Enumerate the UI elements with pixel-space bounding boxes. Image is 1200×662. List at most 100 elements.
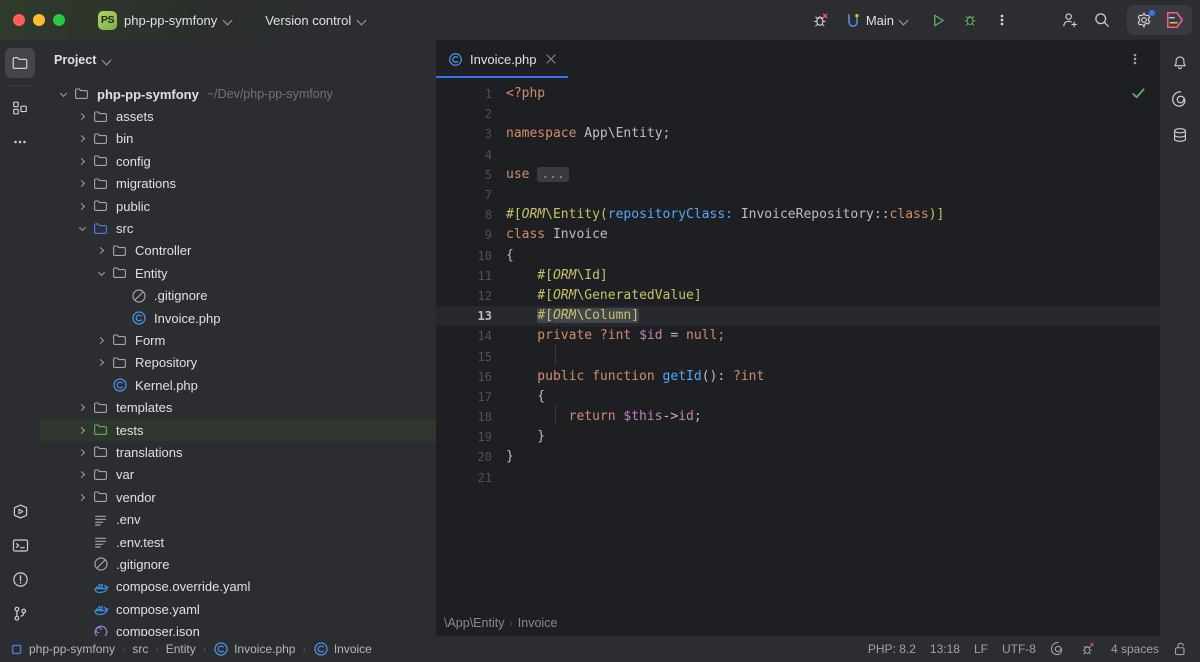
code-line[interactable]: use ...: [498, 165, 1160, 185]
more-vertical-icon[interactable]: [987, 6, 1017, 34]
ai-assistant-icon[interactable]: [1160, 6, 1190, 34]
run-tool-window-button[interactable]: [5, 496, 35, 526]
status-breadcrumb-item[interactable]: src: [132, 642, 148, 656]
project-selector[interactable]: PS php-pp-symfony: [94, 8, 240, 33]
editor-tab-invoice-php[interactable]: Invoice.php: [436, 40, 568, 78]
code-line[interactable]: [498, 468, 1160, 488]
code-line[interactable]: [498, 185, 1160, 205]
chevron-right-icon[interactable]: [73, 396, 91, 418]
run-configuration-selector[interactable]: Main: [842, 10, 917, 31]
code-line[interactable]: <?php: [498, 84, 1160, 104]
notifications-button[interactable]: [1165, 48, 1195, 78]
tree-node-controller[interactable]: Controller: [40, 240, 436, 262]
tree-node-src[interactable]: src: [40, 217, 436, 239]
chevron-right-icon[interactable]: [92, 352, 110, 374]
terminal-tool-window-button[interactable]: [5, 530, 35, 560]
chevron-right-icon[interactable]: [73, 150, 91, 172]
php-version-widget[interactable]: PHP: 8.2: [868, 642, 916, 656]
line-number[interactable]: 7: [436, 185, 498, 205]
version-control-menu[interactable]: Version control: [258, 10, 374, 31]
ai-assistant-button[interactable]: [1165, 84, 1195, 114]
line-number[interactable]: 16: [436, 367, 498, 387]
close-window-button[interactable]: [13, 14, 25, 26]
status-breadcrumbs[interactable]: php-pp-symfony›src›Entity›Invoice.php›In…: [10, 641, 372, 657]
code-content[interactable]: <?php namespace App\Entity; use ... #[OR…: [498, 78, 1160, 610]
tree-node-var[interactable]: var: [40, 464, 436, 486]
search-icon[interactable]: [1087, 6, 1117, 34]
code-line[interactable]: #[ORM\GeneratedValue]: [498, 286, 1160, 306]
debug-inactive-icon[interactable]: [1080, 641, 1097, 657]
tree-node-config[interactable]: config: [40, 150, 436, 172]
line-number[interactable]: 2: [436, 104, 498, 124]
tree-node-bin[interactable]: bin: [40, 128, 436, 150]
tree-node-composer-json[interactable]: composer.json: [40, 620, 436, 636]
minimize-window-button[interactable]: [33, 14, 45, 26]
code-line[interactable]: }: [498, 427, 1160, 447]
encoding-widget[interactable]: UTF-8: [1002, 642, 1036, 656]
chevron-right-icon[interactable]: [73, 128, 91, 150]
indent-widget[interactable]: 4 spaces: [1111, 642, 1159, 656]
chevron-right-icon[interactable]: [92, 240, 110, 262]
chevron-right-icon[interactable]: [92, 329, 110, 351]
line-separator-widget[interactable]: LF: [974, 642, 988, 656]
line-number[interactable]: 1: [436, 84, 498, 104]
code-line[interactable]: [498, 346, 1160, 366]
line-number[interactable]: 13: [436, 306, 498, 326]
problems-tool-window-button[interactable]: [5, 564, 35, 594]
maximize-window-button[interactable]: [53, 14, 65, 26]
code-line[interactable]: #[ORM\Entity(repositoryClass: InvoiceRep…: [498, 205, 1160, 225]
line-number[interactable]: 15: [436, 346, 498, 366]
line-number-gutter[interactable]: 12345789101112131415161718192021: [436, 78, 498, 610]
line-number[interactable]: 4: [436, 145, 498, 165]
tree-node-form[interactable]: Form: [40, 329, 436, 351]
chevron-right-icon[interactable]: [73, 441, 91, 463]
tree-node-env[interactable]: .env: [40, 508, 436, 530]
breadcrumb-member[interactable]: Invoice: [518, 616, 558, 630]
line-number[interactable]: 19: [436, 427, 498, 447]
run-icon[interactable]: [923, 6, 953, 34]
line-number[interactable]: 10: [436, 246, 498, 266]
more-tool-windows-button[interactable]: [5, 127, 35, 157]
code-line[interactable]: #[ORM\Id]: [498, 266, 1160, 286]
tree-node-tests[interactable]: tests: [40, 419, 436, 441]
close-icon[interactable]: [544, 52, 559, 67]
chevron-right-icon[interactable]: [73, 195, 91, 217]
chevron-down-icon[interactable]: [92, 262, 110, 284]
project-tree[interactable]: php-pp-symfony~/Dev/php-pp-symfonyassets…: [40, 75, 436, 636]
line-number[interactable]: 11: [436, 266, 498, 286]
code-line[interactable]: class Invoice: [498, 225, 1160, 245]
chevron-down-icon[interactable]: [103, 56, 112, 65]
status-breadcrumb-item[interactable]: Entity: [166, 642, 196, 656]
settings-gear-icon[interactable]: [1129, 6, 1159, 34]
tree-node-assets[interactable]: assets: [40, 105, 436, 127]
tree-node-migrations[interactable]: migrations: [40, 173, 436, 195]
chevron-right-icon[interactable]: [73, 486, 91, 508]
code-editor[interactable]: 12345789101112131415161718192021 <?php n…: [436, 78, 1160, 610]
code-line[interactable]: private ?int $id = null;: [498, 326, 1160, 346]
breadcrumb-namespace[interactable]: \App\Entity: [444, 616, 504, 630]
php-interpreter-icon[interactable]: [1050, 641, 1066, 657]
chevron-right-icon[interactable]: [73, 173, 91, 195]
status-breadcrumb-item[interactable]: Invoice.php: [213, 641, 295, 657]
line-number[interactable]: 17: [436, 387, 498, 407]
code-line[interactable]: }: [498, 447, 1160, 467]
tree-node-kernel-php[interactable]: Kernel.php: [40, 374, 436, 396]
code-line[interactable]: [498, 145, 1160, 165]
tree-node-env-test[interactable]: .env.test: [40, 531, 436, 553]
chevron-right-icon[interactable]: [73, 419, 91, 441]
line-number[interactable]: 21: [436, 468, 498, 488]
code-line[interactable]: [498, 104, 1160, 124]
structure-tool-window-button[interactable]: [5, 93, 35, 123]
add-collaborator-icon[interactable]: [1055, 6, 1085, 34]
code-line[interactable]: return $this->id;: [498, 407, 1160, 427]
code-line[interactable]: {: [498, 387, 1160, 407]
line-number[interactable]: 18: [436, 407, 498, 427]
tree-node-translations[interactable]: translations: [40, 441, 436, 463]
tree-node-public[interactable]: public: [40, 195, 436, 217]
tree-node-php-pp-symfony[interactable]: php-pp-symfony~/Dev/php-pp-symfony: [40, 83, 436, 105]
tree-node-gitignore[interactable]: .gitignore: [40, 553, 436, 575]
tree-node-entity[interactable]: Entity: [40, 262, 436, 284]
line-number[interactable]: 8: [436, 205, 498, 225]
status-breadcrumb-item[interactable]: php-pp-symfony: [10, 642, 115, 656]
line-number[interactable]: 5: [436, 165, 498, 185]
